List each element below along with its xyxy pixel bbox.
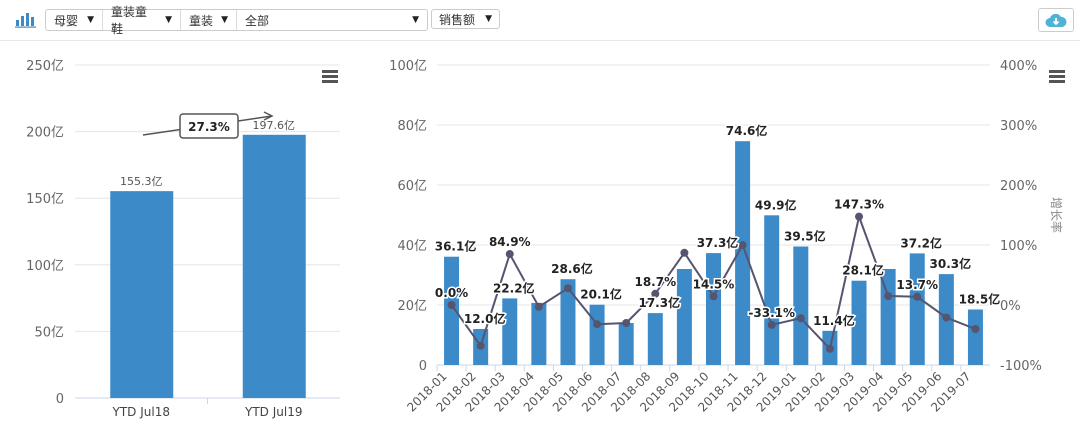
y-tick-label-left: 100亿 [389,59,427,74]
y-tick-label-right: 0% [1000,299,1021,314]
y-tick-label: 250亿 [26,59,64,74]
y-tick-label: 100亿 [26,259,64,274]
y-tick-label-right: -100% [1000,359,1042,374]
bar-value-label: 49.9亿 [755,197,797,212]
cloud-download-icon [1045,13,1067,27]
filter-label: 全部 [245,13,270,28]
chevron-down-icon: ▼ [221,15,228,25]
bar-value-label: 197.6亿 [253,119,296,132]
bar [676,269,692,365]
bar-value-label: 28.1亿 [842,263,884,278]
y-tick-label-right: 100% [1000,239,1037,254]
bar [531,302,547,365]
y-tick-label-right: 400% [1000,59,1037,74]
growth-point [855,212,864,221]
right-axis-title: 增长率 [1049,197,1064,233]
growth-point [709,292,718,301]
bar-value-label: 20.1亿 [580,287,622,302]
bar [793,246,809,365]
bar-value-label: 28.6亿 [551,261,593,276]
y-tick-label: 50亿 [34,325,64,340]
y-tick-label-left: 40亿 [397,239,427,254]
growth-value-label: 84.9% [489,235,531,249]
y-tick-label-left: 20亿 [397,299,427,314]
toolbar: 母婴 ▼ 童装童鞋 ▼ 童装 ▼ 全部 ▼ 销售额 ▼ [0,0,1080,41]
growth-point [622,319,631,327]
growth-value-label: -33.1% [748,306,795,320]
growth-point [796,314,805,323]
filter-label: 童装 [189,13,214,28]
bar-value-label: 37.2亿 [900,235,942,250]
growth-point [767,320,776,329]
chevron-down-icon: ▼ [165,15,172,25]
bar [502,298,518,365]
growth-point [593,320,602,329]
metric-select[interactable]: 销售额 ▼ [431,9,500,29]
growth-point [505,250,514,259]
category-filter-group: 母婴 ▼ 童装童鞋 ▼ 童装 ▼ 全部 ▼ [45,5,428,36]
bar [589,304,605,365]
y-tick-label-left: 80亿 [397,119,427,134]
chevron-down-icon: ▼ [485,14,492,24]
y-tick-label: 200亿 [26,126,64,141]
ytd-comparison-chart: 0 50亿 100亿 150亿 200亿 250亿 155.3亿 YTD Jul18 197.6… [26,59,340,419]
growth-value-label: 14.5% [693,277,735,291]
growth-value-label: 13.7% [896,278,938,292]
x-tick-label: YTD Jul18 [112,405,170,419]
monthly-sales-growth-chart: 0 -100% 20亿 0% 40亿 100% 60亿 200% 80亿 300% 100亿 400%… [389,59,1064,415]
metric-label: 销售额 [439,12,476,27]
bar [242,134,306,398]
download-button[interactable] [1038,8,1074,32]
chevron-down-icon: ▼ [87,15,94,25]
y-tick-label-left: 60亿 [397,179,427,194]
growth-point [971,325,980,333]
bar [967,309,983,365]
bar-value-label: 74.6亿 [726,123,768,138]
bar [706,253,721,365]
y-tick-label-right: 300% [1000,119,1037,134]
filter-label: 童装童鞋 [111,5,148,36]
bar-value-label: 36.1亿 [435,239,477,254]
y-tick-label-right: 200% [1000,179,1037,194]
bar [110,191,174,398]
growth-point [738,241,747,249]
chevron-down-icon: ▼ [412,15,419,25]
growth-point [942,313,951,322]
filter-select-level3[interactable]: 童装 ▼ [181,10,237,30]
x-tick-label: YTD Jul19 [244,405,302,419]
filter-select-level4[interactable]: 全部 ▼ [237,10,427,30]
bar [647,313,663,365]
growth-point [476,341,485,350]
growth-point [563,284,572,293]
growth-point [884,292,893,300]
bar-value-label: 22.2亿 [493,280,535,295]
growth-point [447,301,456,309]
y-tick-label: 0 [56,392,64,407]
growth-point [913,292,922,301]
growth-value-label: 147.3% [834,198,884,212]
filter-select-level2[interactable]: 童装童鞋 ▼ [103,5,181,36]
bar-value-label: 18.5亿 [959,292,1001,307]
bar-value-label: 11.4亿 [813,313,855,328]
bar-value-label: 155.3亿 [120,175,163,188]
growth-value-label: 0.0% [435,286,468,300]
bar [764,215,780,365]
bar-value-label: 17.3亿 [638,295,680,310]
growth-point [680,248,689,257]
bar-value-label: 39.5亿 [784,229,826,244]
growth-annotation-label: 27.3% [188,120,230,134]
filter-select-level1[interactable]: 母婴 ▼ [46,10,103,30]
filter-label: 母婴 [54,13,79,28]
growth-value-label: 18.7% [634,275,676,289]
bar [618,323,634,365]
bar-value-label: 30.3亿 [930,256,972,271]
bar-value-label: 37.3亿 [697,235,739,250]
y-tick-label-left: 0 [419,359,427,374]
bar-chart-icon[interactable] [15,10,37,28]
growth-point [825,344,834,353]
bar-value-label: 12.0亿 [464,311,506,326]
growth-point [534,302,543,311]
y-tick-label: 150亿 [26,192,64,207]
bar [909,253,925,365]
